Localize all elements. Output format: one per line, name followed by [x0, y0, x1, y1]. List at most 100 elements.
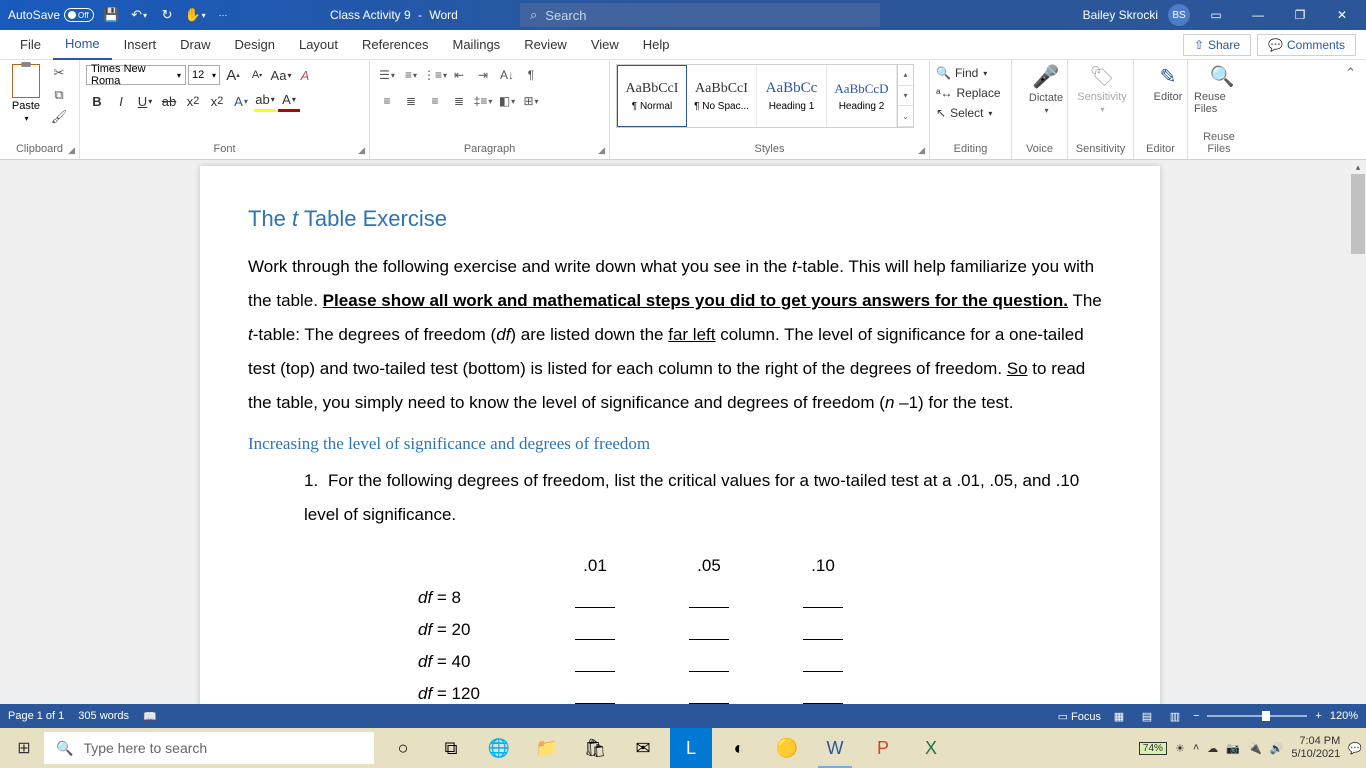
styles-launcher-icon[interactable]: ◢ — [918, 145, 925, 156]
start-button[interactable]: ⊞ — [4, 728, 44, 768]
autosave-toggle[interactable]: AutoSave Off — [8, 8, 94, 22]
zoom-in-icon[interactable]: + — [1315, 710, 1321, 722]
user-avatar[interactable]: BS — [1168, 4, 1190, 26]
bullets-icon[interactable]: ☰▾ — [376, 64, 398, 86]
show-marks-icon[interactable]: ¶ — [520, 64, 542, 86]
explorer-icon[interactable]: 📁 — [526, 728, 568, 768]
zoom-slider[interactable] — [1207, 715, 1307, 717]
tab-view[interactable]: View — [579, 30, 631, 60]
shading-icon[interactable]: ◧▾ — [496, 90, 518, 112]
mail-icon[interactable]: ✉ — [622, 728, 664, 768]
style-normal[interactable]: AaBbCcI ¶ Normal — [617, 65, 687, 127]
word-count[interactable]: 305 words — [78, 710, 129, 722]
tab-home[interactable]: Home — [53, 30, 112, 60]
inc-indent-icon[interactable]: ⇥ — [472, 64, 494, 86]
select-button[interactable]: ↖Select▾ — [936, 104, 1005, 122]
sort-icon[interactable]: A↓ — [496, 64, 518, 86]
tab-file[interactable]: File — [8, 30, 53, 60]
battery-indicator[interactable]: 74% — [1139, 742, 1167, 755]
bold-icon[interactable]: B — [86, 90, 108, 112]
ribbon-display-icon[interactable]: ▭ — [1200, 0, 1232, 30]
onedrive-icon[interactable]: ☁ — [1207, 742, 1218, 755]
chromium-icon[interactable]: ◐ — [718, 728, 760, 768]
clipboard-launcher-icon[interactable]: ◢ — [68, 145, 75, 156]
superscript-icon[interactable]: x2 — [206, 90, 228, 112]
tab-help[interactable]: Help — [631, 30, 682, 60]
vertical-scrollbar[interactable]: ▴ ▾ — [1350, 160, 1366, 728]
tab-layout[interactable]: Layout — [287, 30, 350, 60]
subscript-icon[interactable]: x2 — [182, 90, 204, 112]
store-icon[interactable]: 🛍 — [574, 728, 616, 768]
text-effects-icon[interactable]: A▾ — [230, 90, 252, 112]
multilevel-icon[interactable]: ⋮≡▾ — [424, 64, 446, 86]
powerpoint-icon[interactable]: P — [862, 728, 904, 768]
strike-icon[interactable]: ab — [158, 90, 180, 112]
dec-indent-icon[interactable]: ⇤ — [448, 64, 470, 86]
taskbar-search[interactable]: 🔍 Type here to search — [44, 732, 374, 764]
undo-icon[interactable]: ↶▾ — [128, 4, 150, 26]
task-view-icon[interactable]: ⧉ — [430, 728, 472, 768]
style-heading2[interactable]: AaBbCcD Heading 2 — [827, 65, 897, 127]
change-case-icon[interactable]: Aa▾ — [270, 64, 292, 86]
replace-button[interactable]: ᵃ↔Replace — [936, 84, 1005, 102]
spell-check-icon[interactable]: 📖 — [143, 710, 157, 723]
meet-now-icon[interactable]: 📷 — [1226, 742, 1240, 755]
cut-icon[interactable]: ✂ — [50, 64, 68, 82]
redo-icon[interactable]: ↻ — [156, 4, 178, 26]
borders-icon[interactable]: ⊞▾ — [520, 90, 542, 112]
print-layout-icon[interactable]: ▤ — [1137, 707, 1157, 725]
align-left-icon[interactable]: ≡ — [376, 90, 398, 112]
zoom-level[interactable]: 120% — [1330, 710, 1358, 722]
web-layout-icon[interactable]: ▥ — [1165, 707, 1185, 725]
minimize-icon[interactable]: — — [1242, 0, 1274, 30]
paragraph-launcher-icon[interactable]: ◢ — [598, 145, 605, 156]
clear-format-icon[interactable]: A — [294, 64, 316, 86]
zoom-out-icon[interactable]: − — [1193, 710, 1199, 722]
page-indicator[interactable]: Page 1 of 1 — [8, 710, 64, 722]
tab-review[interactable]: Review — [512, 30, 579, 60]
edge-icon[interactable]: 🌐 — [478, 728, 520, 768]
format-painter-icon[interactable]: 🖌 — [50, 108, 68, 126]
paste-button[interactable]: Paste ▾ — [6, 64, 46, 143]
tab-design[interactable]: Design — [223, 30, 287, 60]
style-heading1[interactable]: AaBbCc Heading 1 — [757, 65, 827, 127]
tab-references[interactable]: References — [350, 30, 440, 60]
font-color-icon[interactable]: A▾ — [278, 90, 300, 112]
styles-scroll[interactable]: ▴▾⌄ — [897, 65, 913, 127]
search-input[interactable]: ⌕ Search — [520, 3, 880, 27]
chrome-icon[interactable]: 🟡 — [766, 728, 808, 768]
lockdown-icon[interactable]: L — [670, 728, 712, 768]
qat-more-icon[interactable]: ⋯ — [212, 4, 234, 26]
reuse-files-button[interactable]: 🔍 Reuse Files — [1194, 64, 1250, 115]
close-icon[interactable]: ✕ — [1326, 0, 1358, 30]
volume-icon[interactable]: 🔊 — [1270, 742, 1284, 755]
scroll-up-icon[interactable]: ▴ — [1350, 160, 1366, 174]
collapse-ribbon-icon[interactable]: ⌃ — [1345, 65, 1356, 80]
line-spacing-icon[interactable]: ‡≡▾ — [472, 90, 494, 112]
focus-button[interactable]: ▭ Focus — [1058, 710, 1101, 723]
maximize-icon[interactable]: ❐ — [1284, 0, 1316, 30]
tray-chevron-icon[interactable]: ˄ — [1193, 742, 1199, 754]
font-launcher-icon[interactable]: ◢ — [358, 145, 365, 156]
document-page[interactable]: The t Table Exercise Work through the fo… — [200, 166, 1160, 728]
share-button[interactable]: ⇧Share — [1183, 34, 1251, 56]
read-mode-icon[interactable]: ▦ — [1109, 707, 1129, 725]
tab-draw[interactable]: Draw — [168, 30, 222, 60]
justify-icon[interactable]: ≣ — [448, 90, 470, 112]
highlight-icon[interactable]: ab▾ — [254, 90, 276, 112]
underline-icon[interactable]: U▾ — [134, 90, 156, 112]
style-no-spacing[interactable]: AaBbCcI ¶ No Spac... — [687, 65, 757, 127]
word-icon[interactable]: W — [814, 728, 856, 768]
numbering-icon[interactable]: ≡▾ — [400, 64, 422, 86]
italic-icon[interactable]: I — [110, 90, 132, 112]
weather-icon[interactable]: ☀ — [1175, 742, 1185, 755]
styles-gallery[interactable]: AaBbCcI ¶ Normal AaBbCcI ¶ No Spac... Aa… — [616, 64, 914, 128]
excel-icon[interactable]: X — [910, 728, 952, 768]
font-name-select[interactable]: Times New Roma▾ — [86, 65, 186, 85]
power-icon[interactable]: 🔌 — [1248, 742, 1262, 755]
clock[interactable]: 7:04 PM 5/10/2021 — [1291, 735, 1340, 761]
save-icon[interactable]: 💾 — [100, 4, 122, 26]
grow-font-icon[interactable]: A▴ — [222, 64, 244, 86]
dictate-button[interactable]: 🎤 Dictate▾ — [1018, 64, 1074, 115]
tab-mailings[interactable]: Mailings — [441, 30, 513, 60]
